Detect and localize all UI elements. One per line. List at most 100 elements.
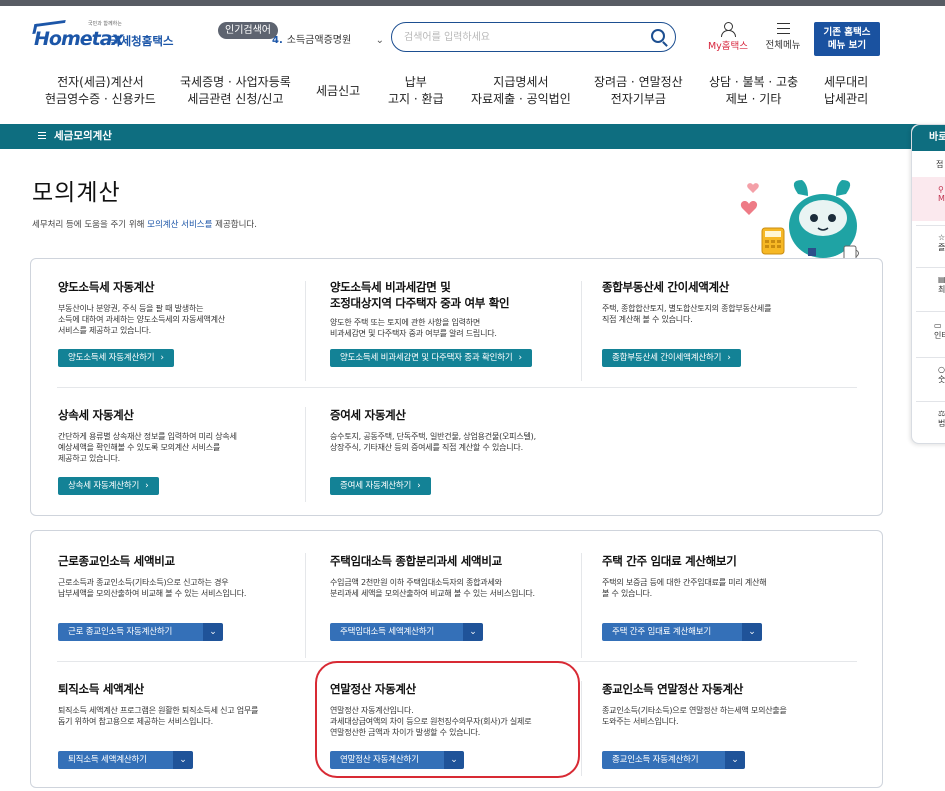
religious-year-end-calc-button[interactable]: 종교인소득 자동계산하기 (602, 751, 725, 769)
desc-highlight: 모의계산 서비스를 (147, 220, 213, 230)
quick-item-label: 최근 (938, 285, 945, 294)
capital-gains-calc-button[interactable]: 양도소득세 자동계산하기 › (58, 349, 174, 367)
comprehensive-real-estate-button[interactable]: 종합부동산세 간이세액계산하기 › (602, 349, 741, 367)
labor-religious-calc-button[interactable]: 근로 종교인소득 자동계산하기 (58, 623, 203, 641)
quick-item-law[interactable]: ⚖법령 (912, 409, 945, 441)
divider (57, 387, 857, 388)
all-menu-button[interactable]: 전체메뉴 (760, 22, 806, 58)
quick-item-favorites[interactable]: ☆즐거 (912, 233, 945, 265)
circle-icon: ○ (938, 365, 945, 374)
page-title: 모의계산 (32, 180, 121, 206)
card-title: 증여세 자동계산 (330, 408, 406, 422)
search-icon[interactable] (651, 29, 665, 43)
sub-menu-toggle[interactable]: 세금모의계산 (38, 124, 112, 149)
gnb-item-tax-agent[interactable]: 세무대리 납세관리 (824, 74, 868, 108)
old-menu-line2: 메뉴 보기 (827, 40, 867, 51)
popular-search-select[interactable]: 4. 소득금액증명원 ⌄ (272, 30, 388, 52)
old-menu-line1: 기존 홈택스 (823, 27, 871, 38)
button-label: 종합부동산세 간이세액계산하기 (612, 353, 722, 363)
hamburger-icon (38, 132, 46, 139)
chevron-right-icon: › (417, 481, 421, 491)
divider (581, 681, 582, 776)
simulation-panel-1: 양도소득세 자동계산 부동산이나 분양권, 주식 등을 팔 때 발생하는 소득에 … (30, 258, 883, 516)
quick-item-recent[interactable]: ▤최근 (912, 275, 945, 307)
chevron-down-icon[interactable]: ⌄ (444, 751, 464, 769)
chevron-down-icon[interactable]: ⌄ (203, 623, 223, 641)
popular-search-badge: 인기검색어 (218, 22, 278, 39)
card-description: 주택, 종합합산토지, 별도합산토지의 종합부동산세를 직접 계산해 볼 수 있습… (602, 304, 772, 324)
divider (581, 281, 582, 381)
gnb-line1: 장려금 · 연말정산 (594, 75, 683, 89)
card-capital-gains-calc: 양도소득세 자동계산 부동산이나 분양권, 주식 등을 팔 때 발생하는 소득에 … (58, 279, 308, 336)
hamburger-icon (776, 23, 790, 34)
sub-menu-label: 세금모의계산 (54, 130, 112, 142)
gnb-item-payment[interactable]: 납부 고지 · 환급 (388, 74, 444, 108)
gnb-line1: 국세증명 · 사업자등록 (180, 75, 291, 89)
card-title: 근로종교인소득 세액비교 (58, 554, 175, 568)
all-menu-label: 전체메뉴 (765, 40, 801, 51)
history-icon: ▤ (938, 275, 945, 284)
logo-slogan: 국민과 함께하는 (88, 21, 122, 27)
retirement-income-calc-button[interactable]: 퇴직소득 세액계산하기 (58, 751, 173, 769)
card-title: 주택 간주 임대료 계산해보기 (602, 554, 737, 568)
card-title: 양도소득세 비과세감면 및 조정대상지역 다주택자 중과 여부 확인 (330, 280, 510, 310)
gnb-item-e-invoice[interactable]: 전자(세금)계산서 현금영수증 · 신용카드 (45, 74, 156, 108)
my-hometax-button[interactable]: My홈택스 (705, 22, 751, 58)
button-label: 양도소득세 비과세감면 및 다주택자 중과 확인하기 (340, 353, 513, 363)
capital-gains-exemption-button[interactable]: 양도소득세 비과세감면 및 다주택자 중과 확인하기 › (330, 349, 532, 367)
quick-item-label: 인터넷 (934, 331, 945, 340)
card-title: 양도소득세 자동계산 (58, 280, 155, 294)
hometax-logo[interactable]: 국민과 함께하는 Hometax 국세청홈택스 (30, 19, 180, 56)
quick-item[interactable]: 접 (912, 159, 945, 170)
old-menu-button[interactable]: 기존 홈택스 메뉴 보기 (814, 22, 880, 56)
year-end-settlement-calc-button[interactable]: 연말정산 자동계산하기 (330, 751, 444, 769)
card-description: 수입금액 2천만원 이하 주택임대소득자의 종합과세와 분리과세 세액을 모의산출… (330, 578, 535, 598)
quick-item-5[interactable]: ○숫돌 (912, 365, 945, 397)
user-icon: ⚲ (938, 185, 944, 194)
chevron-down-icon[interactable]: ⌄ (463, 623, 483, 641)
quick-separator (916, 357, 945, 358)
gnb-line2: 전자기부금 (610, 92, 666, 106)
card-rental-income-compare: 주택임대소득 종합분리과세 세액비교 수입금액 2천만원 이하 주택임대소득자의… (330, 553, 580, 599)
search-input[interactable] (404, 29, 634, 45)
gnb-item-tax-filing[interactable]: 세금신고 (316, 83, 360, 100)
card-retirement-income: 퇴직소득 세액계산 퇴직소득 세액계산 프로그램은 원활한 퇴직소득세 신고 업… (58, 681, 308, 727)
card-title: 퇴직소득 세액계산 (58, 682, 144, 696)
gnb-line2: 세금관련 신청/신고 (187, 92, 284, 106)
gnb-line1: 지급명세서 (493, 75, 549, 89)
button-label: 양도소득세 자동계산하기 (68, 353, 155, 363)
chevron-down-icon: ⌄ (375, 35, 384, 46)
deemed-rent-calc-button[interactable]: 주택 간주 임대료 계산해보기 (602, 623, 742, 641)
gnb-item-payment-statement[interactable]: 지급명세서자료제출 · 공익법인 (471, 74, 571, 108)
card-description: 승수토지, 공동주택, 단독주택, 일반건물, 상업용건물(오피스텔), 상장주식… (330, 432, 536, 452)
gnb-line2: 현금영수증 · 신용카드 (45, 92, 156, 106)
quick-item-internet[interactable]: ▭인터넷 (912, 321, 945, 353)
card-inheritance-tax: 상속세 자동계산 간단하게 용류별 상속재산 정보를 입력하여 미리 상속세 예상… (58, 407, 308, 464)
gnb-item-certificate[interactable]: 국세증명 · 사업자등록세금관련 신청/신고 (180, 74, 291, 108)
chevron-down-icon[interactable]: ⌄ (173, 751, 193, 769)
chevron-right-icon: › (518, 353, 523, 363)
divider (57, 661, 857, 662)
quick-item-my[interactable]: ⚲My (912, 177, 945, 221)
card-title: 상속세 자동계산 (58, 408, 134, 422)
card-title: 주택임대소득 종합분리과세 세액비교 (330, 554, 502, 568)
quick-separator (916, 401, 945, 402)
card-description: 양도한 주택 또는 토지에 관한 사항을 입력하면 비과세감면 및 다주택자 중과… (330, 318, 497, 338)
quick-menu-panel: 바로 접 ⚲My ☆즐거 ▤최근 ▭인터넷 ○숫돌 ⚖법령 (911, 124, 945, 444)
gnb-item-consultation[interactable]: 상담 · 불복 · 고충 제보 · 기타 (709, 74, 798, 108)
header: 국민과 함께하는 Hometax 국세청홈택스 인기검색어 4. 소득금액증명원 … (0, 6, 945, 64)
gnb-line2: 자료제출 · 공익법인 (471, 92, 571, 106)
user-icon (721, 22, 736, 37)
card-labor-religious-compare: 근로종교인소득 세액비교 근로소득과 종교인소득(기타소득)으로 신고하는 경우… (58, 553, 308, 599)
card-description: 간단하게 용류별 상속재산 정보를 입력하여 미리 상속세 예상세액을 확인해볼 … (58, 432, 237, 463)
gnb-line1: 납부 (404, 75, 427, 89)
rental-income-calc-button[interactable]: 주택임대소득 세액계산하기 (330, 623, 463, 641)
chevron-down-icon[interactable]: ⌄ (725, 751, 745, 769)
inheritance-tax-button[interactable]: 상속세 자동계산하기 › (58, 477, 159, 495)
chevron-right-icon: › (145, 481, 149, 491)
card-description: 퇴직소득 세액계산 프로그램은 원활한 퇴직소득세 신고 업무를 돕기 위하여 참… (58, 706, 259, 726)
card-capital-gains-exemption: 양도소득세 비과세감면 및 조정대상지역 다주택자 중과 여부 확인 양도한 주택… (330, 279, 580, 339)
gnb-item-year-end[interactable]: 장려금 · 연말정산전자기부금 (594, 74, 683, 108)
gift-tax-button[interactable]: 증여세 자동계산하기 › (330, 477, 431, 495)
chevron-down-icon[interactable]: ⌄ (742, 623, 762, 641)
